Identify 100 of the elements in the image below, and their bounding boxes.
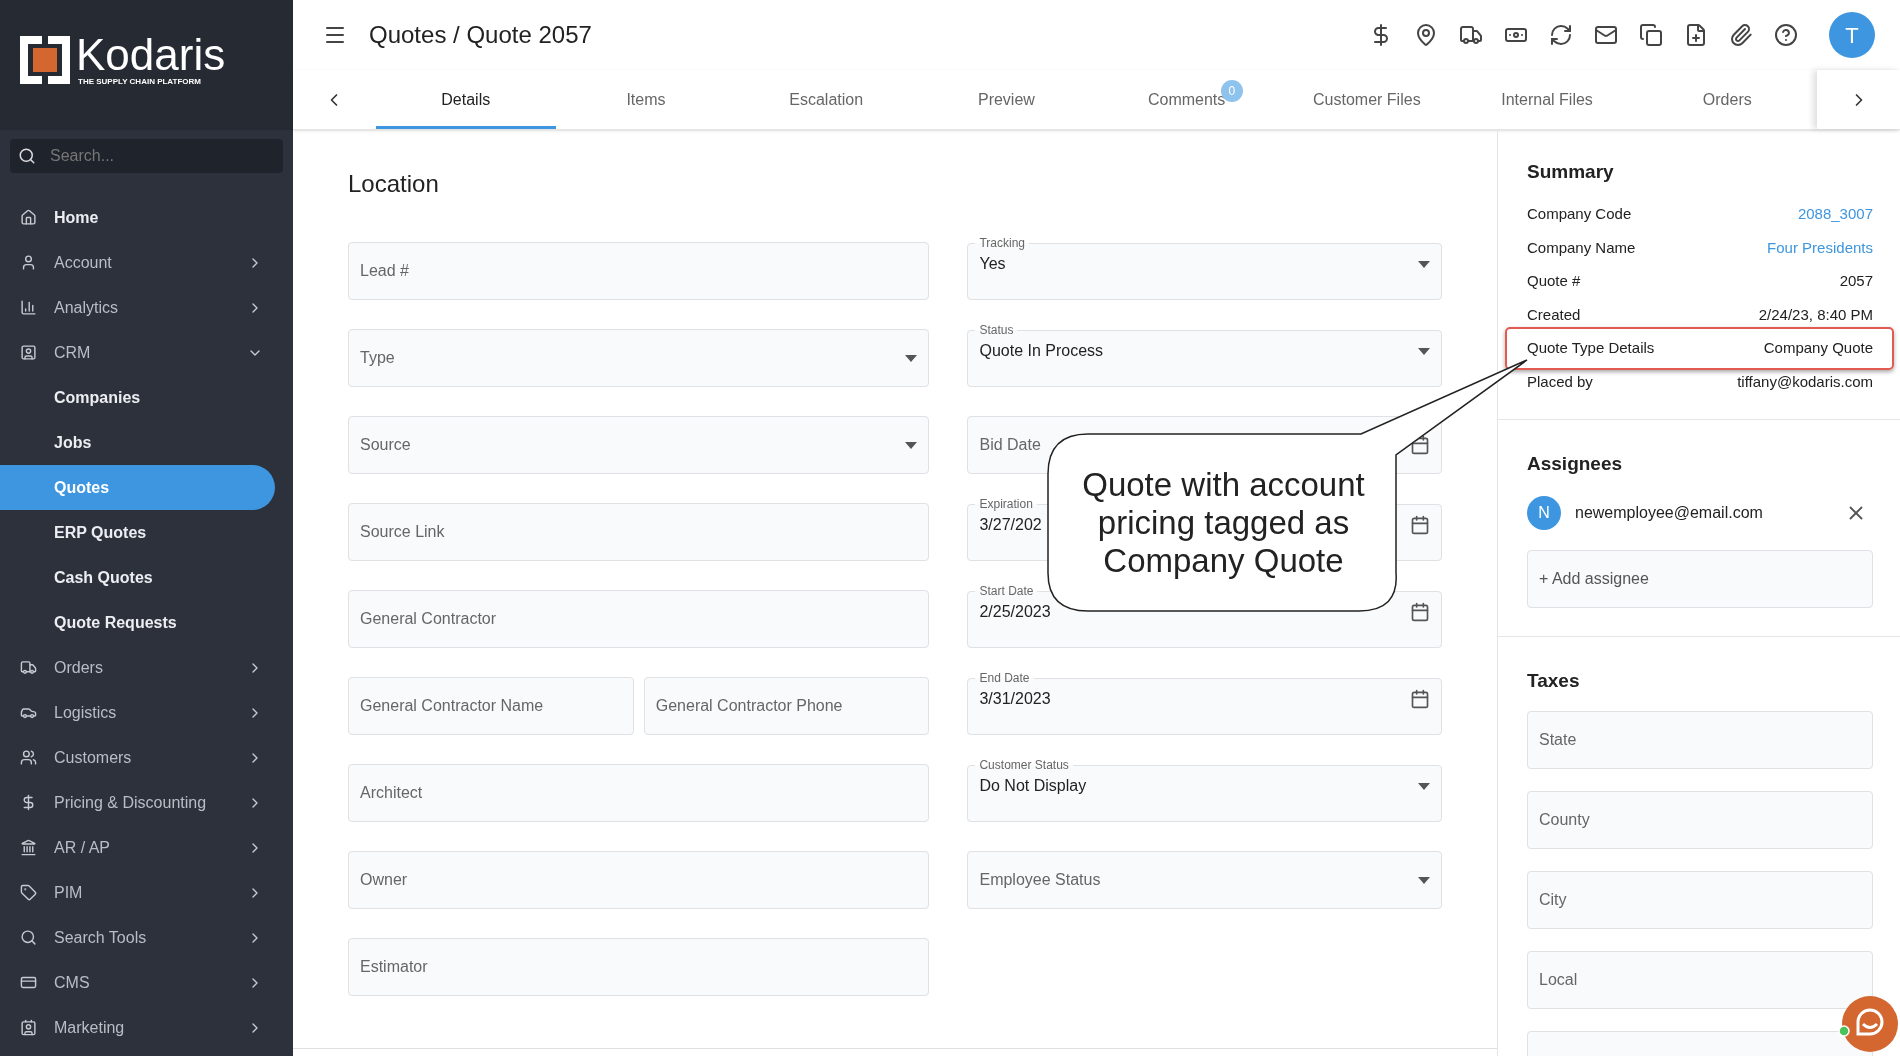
file-plus-icon[interactable] (1684, 23, 1708, 47)
page-title: Quotes / Quote 2057 (369, 20, 593, 50)
nav-item[interactable]: Search Tools (0, 915, 275, 960)
user-avatar[interactable]: T (1829, 12, 1875, 58)
text-field[interactable]: Architect (348, 764, 930, 822)
text-field[interactable]: Estimator (348, 938, 930, 996)
summary-link[interactable]: 2088_3007 (1797, 203, 1873, 226)
summary-label: Company Name (1527, 237, 1636, 258)
assignee-avatar: N (1527, 496, 1561, 530)
caret-icon (905, 354, 918, 362)
nav-item[interactable]: Logistics (0, 690, 275, 735)
tab[interactable]: Escalation (736, 70, 917, 129)
summary-value: 2057 (1839, 271, 1873, 291)
bank-icon (20, 839, 37, 856)
nav-item[interactable]: Quotes (0, 465, 275, 510)
select-field[interactable]: Status Quote In Process (967, 323, 1442, 387)
summary-label: Placed by (1527, 371, 1593, 392)
summary-link[interactable]: Four Presidents (1767, 236, 1873, 259)
contact-card-icon (20, 344, 37, 361)
search-icon (20, 929, 37, 946)
calendar-icon[interactable] (1410, 515, 1430, 535)
nav-item[interactable]: Analytics (0, 285, 275, 330)
search-field[interactable]: Search... (10, 139, 283, 173)
tab[interactable]: Items (555, 70, 737, 129)
summary-label: Quote # (1527, 271, 1581, 291)
nav-item[interactable]: AR / AP (0, 825, 275, 870)
truck-icon[interactable] (1459, 23, 1483, 47)
text-field[interactable]: City (1527, 870, 1873, 929)
section-title: Assignees (1527, 451, 1624, 476)
refresh-icon[interactable] (1549, 23, 1573, 47)
text-field[interactable]: Source Link (348, 503, 930, 561)
copy-icon[interactable] (1639, 23, 1663, 47)
tag-icon (20, 884, 37, 901)
nav-item[interactable]: ERP Quotes (0, 510, 275, 555)
text-field[interactable]: General Contractor Phone (643, 677, 930, 735)
truck-icon (20, 659, 37, 676)
summary-label: Created (1527, 304, 1581, 325)
mail-icon[interactable] (1594, 23, 1618, 47)
help-icon[interactable] (1774, 23, 1798, 47)
caret-icon (1418, 782, 1430, 790)
caret-icon (905, 441, 918, 449)
nav-item[interactable]: Pricing & Discounting (0, 780, 275, 825)
card-icon (20, 974, 37, 991)
summary-value: 2/24/23, 8:40 PM (1758, 304, 1873, 325)
nav-item[interactable]: Customers (0, 735, 275, 780)
assignee-email: newemployee@email.com (1575, 503, 1764, 523)
text-field[interactable]: Owner (348, 851, 930, 909)
tab[interactable]: Details (375, 70, 556, 129)
tab[interactable]: Internal Files (1456, 70, 1638, 129)
caret-icon (1418, 876, 1430, 884)
logo-icon (20, 36, 70, 84)
calendar-icon[interactable] (1410, 689, 1430, 709)
nav-item[interactable]: Quote Requests (0, 600, 275, 645)
nav-item[interactable]: Home (0, 195, 275, 240)
nav-item[interactable]: CRM (0, 330, 275, 375)
summary-label: Company Code (1527, 204, 1632, 224)
select-field[interactable]: Source (348, 416, 930, 474)
text-field[interactable]: State (1527, 710, 1873, 769)
text-field[interactable]: General Contractor (348, 590, 930, 648)
nav-item[interactable]: Companies (0, 375, 275, 420)
search-icon (18, 147, 36, 165)
home-icon (20, 209, 37, 226)
text-field[interactable]: Local (1527, 950, 1873, 1009)
calendar-icon[interactable] (1410, 602, 1430, 622)
id-card-icon (20, 1019, 37, 1036)
nav-item[interactable]: PIM (0, 870, 275, 915)
summary-label: Quote Type Details (1527, 338, 1655, 358)
select-field[interactable]: Tracking Yes (967, 236, 1442, 300)
text-field[interactable]: Lead # (348, 242, 930, 300)
tab[interactable]: Orders (1637, 70, 1818, 129)
nav-item[interactable]: Marketing (0, 1005, 275, 1050)
nav-item[interactable]: Account (0, 240, 275, 285)
logo-tagline: THE SUPPLY CHAIN PLATFORM (78, 77, 202, 87)
person-icon (20, 254, 37, 271)
section-title: Location (348, 170, 440, 198)
logo-wordmark: Kodaris (76, 33, 226, 77)
caret-icon (1418, 260, 1430, 268)
bar-chart-icon (20, 299, 37, 316)
nav-item[interactable]: Orders (0, 645, 275, 690)
tab[interactable]: Customer Files (1276, 70, 1457, 129)
people-icon (20, 749, 37, 766)
summary-value: Company Quote (1763, 338, 1873, 358)
nav-item[interactable]: Cash Quotes (0, 555, 275, 600)
select-field[interactable]: Type (348, 329, 930, 387)
select-field[interactable]: Customer Status Do Not Display (967, 758, 1442, 822)
text-field[interactable]: General Contractor Name (348, 677, 634, 735)
add-assignee-field[interactable]: + Add assignee (1527, 550, 1873, 608)
section-title: Taxes (1527, 669, 1581, 693)
section-title: Summary (1527, 160, 1615, 184)
text-field[interactable]: County (1527, 790, 1873, 849)
nav-item[interactable]: CMS (0, 960, 275, 1005)
date-field[interactable]: End Date 3/31/2023 (967, 671, 1442, 735)
caret-icon (1418, 347, 1430, 355)
tab[interactable]: Preview (916, 70, 1097, 129)
map-pin-icon[interactable] (1414, 23, 1438, 47)
select-field[interactable]: Employee Status (967, 851, 1442, 909)
chat-widget-icon[interactable] (1838, 994, 1898, 1054)
summary-value: tiffany@kodaris.com (1737, 371, 1873, 392)
nav-item[interactable]: Jobs (0, 420, 275, 465)
paperclip-icon[interactable] (1729, 23, 1753, 47)
